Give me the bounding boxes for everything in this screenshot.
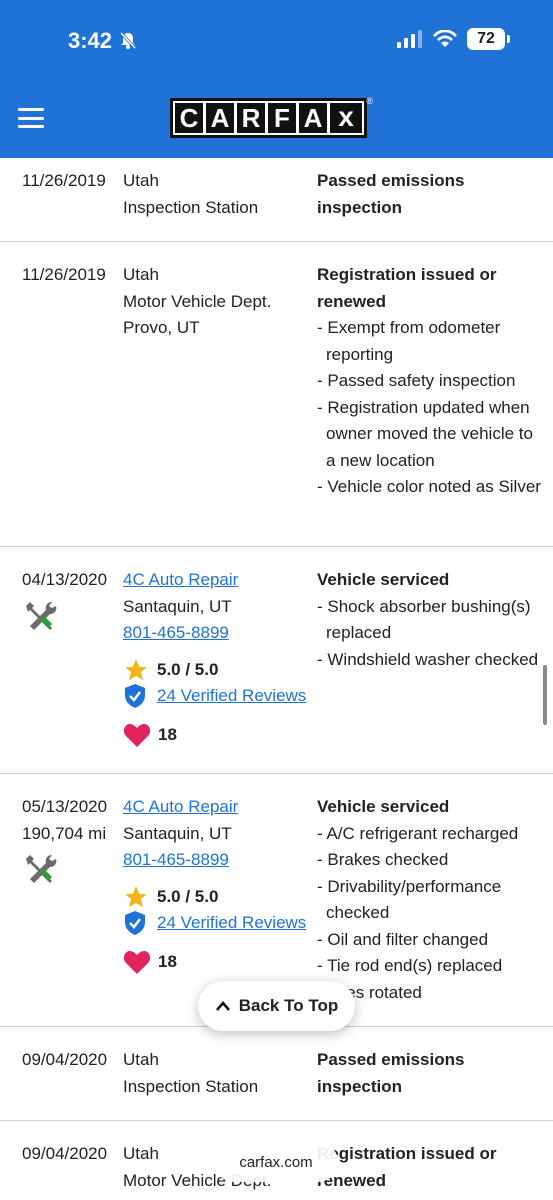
battery-indicator: 72 [467, 28, 510, 50]
record-title: Vehicle serviced [317, 570, 450, 589]
record-mileage: 190,704 mi [22, 823, 107, 843]
record-title: Passed emissions inspection [317, 1050, 465, 1096]
browser-url-pill[interactable]: carfax.com [214, 1142, 338, 1182]
menu-line-icon [18, 116, 44, 120]
shop-phone-link[interactable]: 801-465-8899 [123, 850, 229, 869]
record-date: 09/04/2020 [22, 1144, 108, 1163]
star-icon [125, 658, 147, 681]
chevron-up-icon [215, 1001, 230, 1011]
record-details: Registration issued or renewed - Exempt … [317, 262, 547, 501]
record-item: - Exempt from odometer reporting [317, 318, 501, 364]
history-list: 11/26/2019 Utah Inspection Station Passe… [0, 158, 553, 1200]
record-item: - Drivability/performance checked [317, 876, 502, 923]
history-record: 09/04/2020 Utah Inspection Station Passe… [0, 1027, 553, 1121]
history-record: 04/13/2020 4C Auto Repair Santaquin, UT … [0, 547, 553, 774]
carfax-logo[interactable]: C A R F A x ® [170, 96, 373, 138]
logo-letter: C [175, 103, 203, 133]
shop-rating: 5.0 / 5.0 [123, 884, 306, 911]
heart-icon[interactable] [123, 722, 151, 748]
record-item: - Windshield washer checked [317, 649, 539, 669]
record-date: 11/26/2019 [22, 265, 106, 284]
verified-shield-icon [125, 684, 145, 709]
shop-phone-link[interactable]: 801-465-8899 [123, 623, 229, 642]
status-bar: 3:42 72 [0, 0, 553, 80]
back-to-top-button[interactable]: Back To Top [198, 981, 355, 1031]
service-tools-icon [26, 854, 57, 883]
menu-line-icon [18, 125, 44, 128]
verified-shield-icon [125, 911, 145, 936]
logo-letter: A [206, 103, 234, 133]
shop-favorites: 18 [123, 722, 306, 749]
service-tools-icon [26, 601, 57, 630]
record-details: Passed emissions inspection [317, 168, 547, 221]
shop-rating: 5.0 / 5.0 [123, 657, 306, 684]
record-title: Registration issued or renewed [317, 265, 497, 311]
shop-location: Santaquin, UT [123, 596, 232, 616]
scrollbar[interactable] [543, 665, 547, 725]
record-source: 4C Auto Repair Santaquin, UT 801-465-889… [123, 794, 306, 975]
record-date: 09/04/2020 [22, 1050, 108, 1069]
record-item: - Passed safety inspection [317, 371, 516, 390]
record-details: Vehicle serviced - Shock absorber bushin… [317, 567, 547, 673]
record-date: 05/13/2020 [22, 797, 108, 816]
shop-location: Santaquin, UT [123, 823, 232, 843]
record-date: 11/26/2019 [22, 171, 106, 190]
record-item: - Registration updated when owner moved … [317, 397, 533, 470]
wifi-icon [433, 30, 457, 47]
record-source: Utah Inspection Station [123, 1050, 259, 1096]
record-source: 4C Auto Repair Santaquin, UT 801-465-889… [123, 567, 306, 748]
record-date: 04/13/2020 [22, 570, 108, 589]
record-date-column: 04/13/2020 [22, 567, 107, 642]
status-icons: 72 [397, 28, 510, 50]
logo-letter: A [299, 103, 327, 133]
record-item: - Brakes checked [317, 850, 449, 869]
record-date-column: 05/13/2020 190,704 mi [22, 794, 107, 896]
star-icon [125, 885, 147, 908]
verified-reviews: 24 Verified Reviews [123, 683, 306, 710]
record-item: - Tie rod end(s) replaced [317, 956, 503, 975]
record-title: Registration issued or renewed [317, 1144, 497, 1190]
record-details: Vehicle serviced - A/C refrigerant recha… [317, 794, 547, 1006]
logo-registered-mark: ® [366, 96, 373, 106]
history-record: 11/26/2019 Utah Motor Vehicle Dept. Prov… [0, 242, 553, 547]
heart-icon[interactable] [123, 949, 151, 975]
record-details: Registration issued or renewed [317, 1141, 547, 1194]
record-item: - Vehicle color noted as Silver [317, 477, 541, 496]
app-header: 3:42 72 C A R F A x ® [0, 0, 553, 158]
record-source: Utah Inspection Station [123, 171, 259, 217]
record-title: Vehicle serviced [317, 797, 450, 816]
record-item: - Shock absorber bushing(s) replaced [317, 596, 531, 643]
history-record: 11/26/2019 Utah Inspection Station Passe… [0, 158, 553, 242]
verified-reviews-link[interactable]: 24 Verified Reviews [157, 910, 306, 937]
record-item: - Oil and filter changed [317, 929, 489, 949]
record-title: Passed emissions inspection [317, 171, 465, 217]
verified-reviews-link[interactable]: 24 Verified Reviews [157, 683, 306, 710]
logo-letter: R [237, 103, 265, 133]
logo-letter: F [268, 103, 296, 133]
shop-favorites: 18 [123, 949, 306, 976]
signal-icon [397, 30, 422, 48]
record-details: Passed emissions inspection [317, 1047, 547, 1100]
record-source: Utah Motor Vehicle Dept. Provo, UT [123, 265, 272, 337]
menu-line-icon [18, 108, 44, 111]
bell-muted-icon [119, 31, 137, 50]
shop-link[interactable]: 4C Auto Repair [123, 570, 238, 589]
hamburger-menu-button[interactable] [18, 108, 44, 128]
verified-reviews: 24 Verified Reviews [123, 910, 306, 937]
record-item: - A/C refrigerant recharged [317, 823, 519, 843]
logo-letter: x [330, 101, 362, 133]
shop-link[interactable]: 4C Auto Repair [123, 797, 238, 816]
status-time: 3:42 [68, 28, 138, 54]
